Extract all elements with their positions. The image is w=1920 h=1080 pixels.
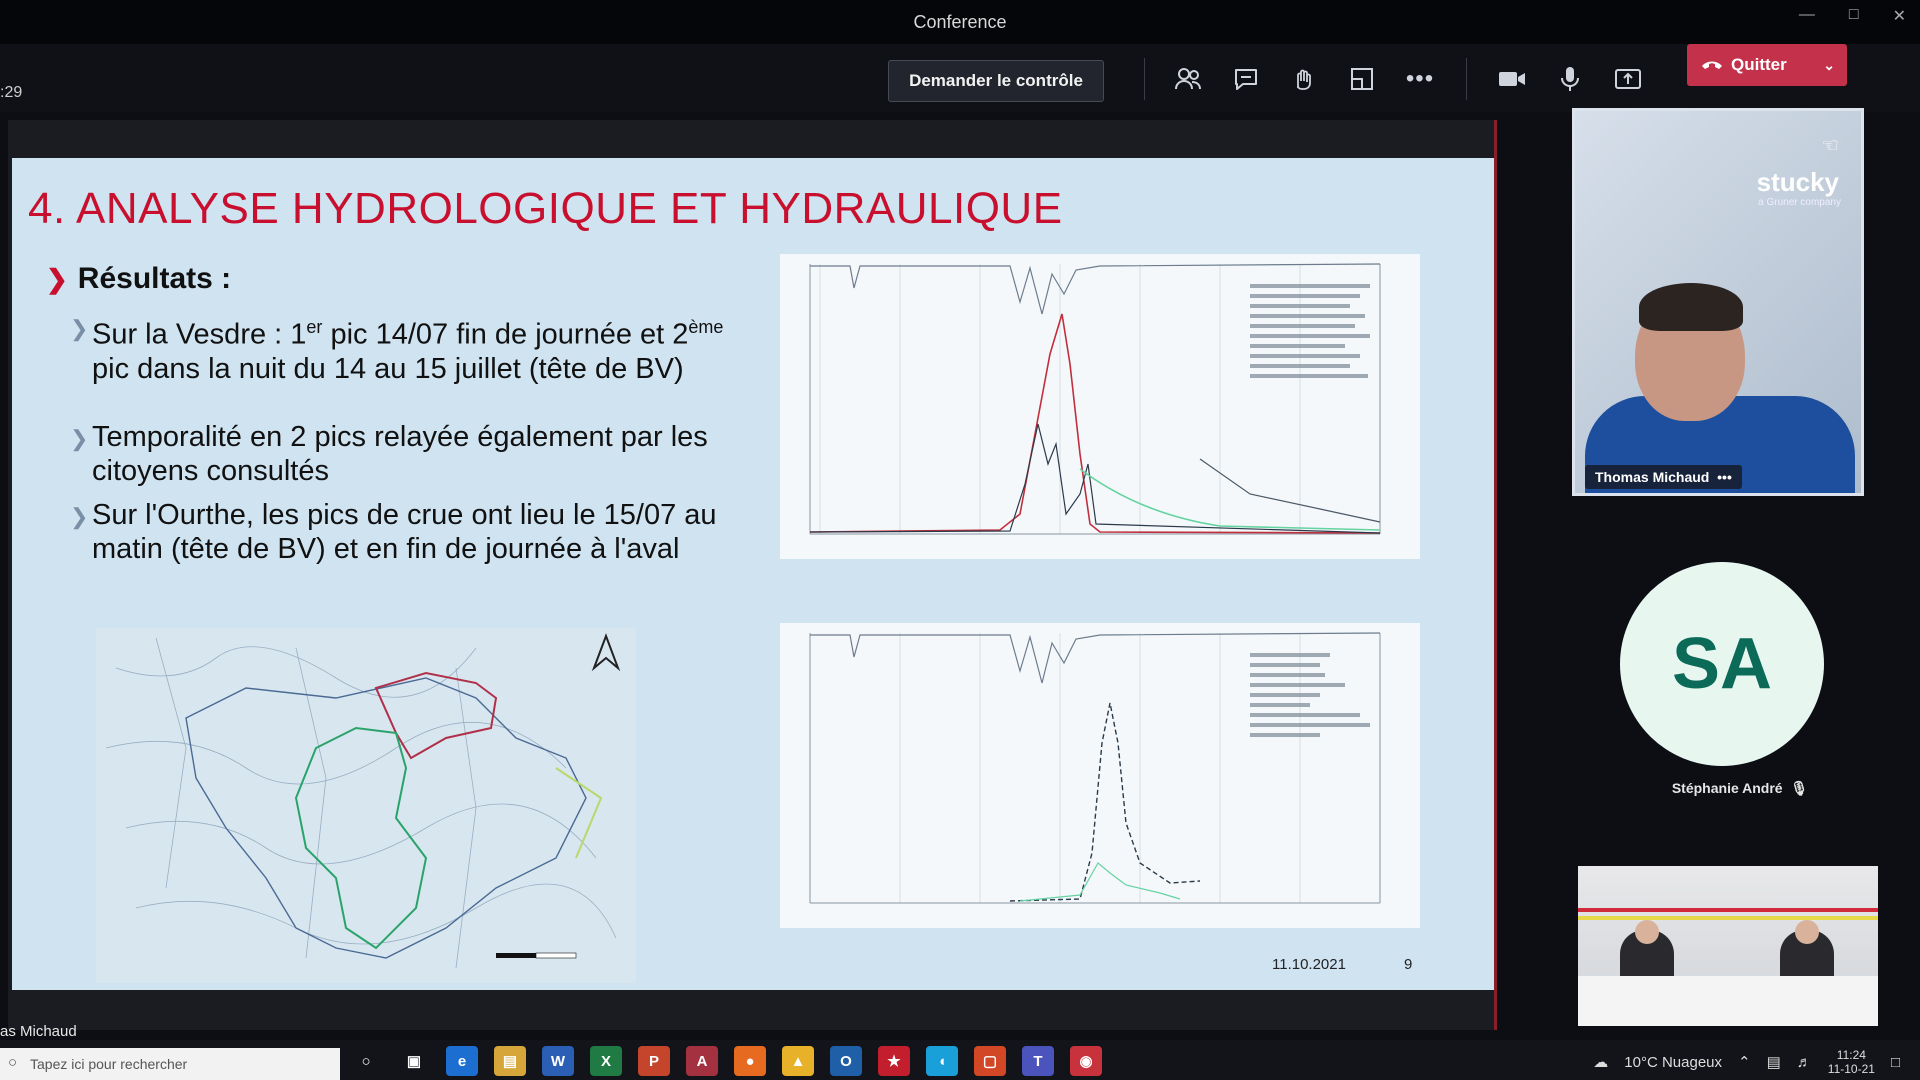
- edge-legacy-icon[interactable]: e: [446, 1046, 478, 1076]
- outlook-icon[interactable]: O: [830, 1046, 862, 1076]
- leave-label: Quitter: [1731, 55, 1787, 74]
- task-view-icon[interactable]: ▣: [398, 1046, 430, 1076]
- avatar-initials: SA: [1671, 624, 1773, 704]
- meeting-timer: :29: [0, 84, 23, 101]
- section-label: Résultats :: [77, 262, 232, 295]
- presentation-slide: 4. ANALYSE HYDROLOGIQUE ET HYDRAULIQUE ❯…: [12, 158, 1494, 990]
- mic-muted-icon: 🎙: [1786, 780, 1809, 796]
- backdrop-stripe: [1578, 916, 1878, 920]
- room-desk: [1578, 976, 1878, 1026]
- vlc-icon[interactable]: ▲: [782, 1046, 814, 1076]
- people-icon[interactable]: [1168, 58, 1208, 100]
- search-icon: ○: [8, 1054, 18, 1071]
- taskbar-clock[interactable]: 11:24 11-10-21: [1828, 1048, 1875, 1076]
- request-control-button[interactable]: Demander le contrôle: [888, 60, 1104, 102]
- participant-video-tile[interactable]: stucky a Gruner company ☜ Thomas Michaud…: [1572, 108, 1864, 496]
- bullet-item: ❯ Sur la Vesdre : 1er pic 14/07 fin de j…: [70, 310, 742, 386]
- hydrograph-ourthe: [780, 623, 1420, 928]
- network-icon[interactable]: ▤: [1767, 1053, 1781, 1071]
- bullet-chevron-icon: ❯: [70, 316, 89, 341]
- firefox-icon[interactable]: ●: [734, 1046, 766, 1076]
- edge-icon[interactable]: ◖: [926, 1046, 958, 1076]
- chevron-up-icon[interactable]: ⌃: [1738, 1053, 1751, 1071]
- access-icon[interactable]: A: [686, 1046, 718, 1076]
- file-explorer-icon[interactable]: ▤: [494, 1046, 526, 1076]
- bullet-chevron-icon: ❯: [70, 426, 89, 451]
- room-person-face: [1795, 920, 1819, 944]
- powerpoint-icon[interactable]: P: [638, 1046, 670, 1076]
- watershed-map: [96, 628, 636, 983]
- window-controls: — □ ✕: [1799, 6, 1906, 26]
- participant-avatar[interactable]: SA: [1620, 562, 1824, 766]
- toolbar-divider: [1466, 58, 1467, 100]
- room-person-face: [1635, 920, 1659, 944]
- participant-name-tag: Thomas Michaud •••: [1585, 465, 1742, 489]
- teams-icon[interactable]: T: [1022, 1046, 1054, 1076]
- room-video-tile[interactable]: [1578, 866, 1878, 1026]
- microphone-icon[interactable]: [1550, 58, 1590, 100]
- toolbar-divider: [1144, 58, 1145, 100]
- more-icon[interactable]: •••: [1713, 469, 1732, 485]
- hydrograph-vesdre: [780, 254, 1420, 559]
- cloud-weather-icon: ☁: [1593, 1054, 1609, 1071]
- office-icon[interactable]: ▢: [974, 1046, 1006, 1076]
- record-icon[interactable]: ◉: [1070, 1046, 1102, 1076]
- maximize-icon[interactable]: □: [1849, 6, 1859, 26]
- cursor-hand-icon: ☜: [1821, 135, 1839, 157]
- acrobat-icon[interactable]: ★: [878, 1046, 910, 1076]
- cortana-icon[interactable]: ○: [350, 1046, 382, 1076]
- taskbar-search-input[interactable]: ○ Tapez ici pour rechercher: [0, 1048, 340, 1080]
- minimize-icon[interactable]: —: [1799, 6, 1815, 26]
- weather-text[interactable]: 10°C Nuageux: [1624, 1054, 1722, 1071]
- bullet-chevron-icon: ❯: [70, 504, 89, 529]
- slide-page-number: 9: [1404, 956, 1413, 973]
- share-icon[interactable]: [1608, 58, 1648, 100]
- slide-date: 11.10.2021: [1272, 956, 1346, 973]
- leave-button[interactable]: Quitter ⌄: [1687, 44, 1847, 86]
- bullet-item: ❯ Temporalité en 2 pics relayée égalemen…: [70, 421, 708, 487]
- close-icon[interactable]: ✕: [1893, 6, 1906, 26]
- chevron-right-icon: ❯: [46, 263, 68, 294]
- bullet-item: ❯ Sur l'Ourthe, les pics de crue ont lie…: [70, 499, 717, 565]
- more-icon[interactable]: •••: [1400, 58, 1440, 100]
- notifications-icon[interactable]: □: [1891, 1054, 1900, 1071]
- chat-bubble-icon[interactable]: [1226, 58, 1266, 100]
- company-logo-tagline: a Gruner company: [1758, 197, 1841, 208]
- participant-name: Stéphanie André 🎙: [1671, 780, 1809, 796]
- presenter-name-label: as Michaud: [0, 1023, 77, 1040]
- volume-icon[interactable]: ♬: [1797, 1054, 1812, 1071]
- breakout-icon[interactable]: [1342, 58, 1382, 100]
- camera-icon[interactable]: [1492, 58, 1532, 100]
- scale-bar: [496, 952, 577, 959]
- taskbar-apps: ○ ▣ e ▤ W X P A ● ▲ O ★ ◖ ▢ T ◉: [350, 1046, 1102, 1076]
- section-heading: ❯ Résultats :: [46, 262, 231, 296]
- hand-icon[interactable]: [1284, 58, 1324, 100]
- window-titlebar: Conference — □ ✕: [0, 0, 1920, 44]
- slide-title: 4. ANALYSE HYDROLOGIQUE ET HYDRAULIQUE: [28, 184, 1063, 233]
- excel-icon[interactable]: X: [590, 1046, 622, 1076]
- participant-hair: [1639, 283, 1743, 331]
- phone-hangup-icon: [1702, 61, 1722, 69]
- system-tray: ☁ 10°C Nuageux ⌃ ▤ ♬ 11:24 11-10-21 □: [1593, 1048, 1900, 1076]
- backdrop-stripe: [1578, 908, 1878, 912]
- window-title: Conference: [913, 12, 1007, 32]
- company-logo: stucky: [1756, 167, 1839, 197]
- chevron-down-icon[interactable]: ⌄: [1823, 57, 1835, 74]
- word-icon[interactable]: W: [542, 1046, 574, 1076]
